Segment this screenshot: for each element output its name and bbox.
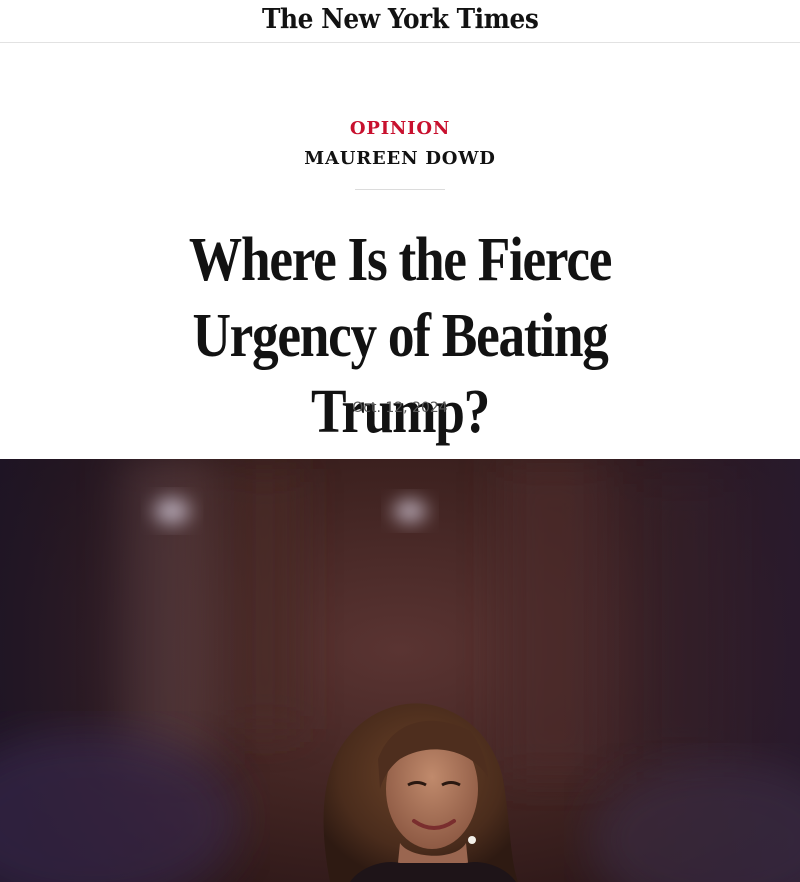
section-label-opinion[interactable]: OPINION [0,118,800,140]
header-divider [355,189,445,190]
hero-image [0,459,800,882]
nyt-logo[interactable]: The New York Times [262,6,539,33]
article-date: Oct. 12, 2024 [352,400,448,416]
hero-photo-illustration [0,459,800,882]
author-name: MAUREEN DOWD [304,148,496,169]
site-header: The New York Times [0,0,800,43]
